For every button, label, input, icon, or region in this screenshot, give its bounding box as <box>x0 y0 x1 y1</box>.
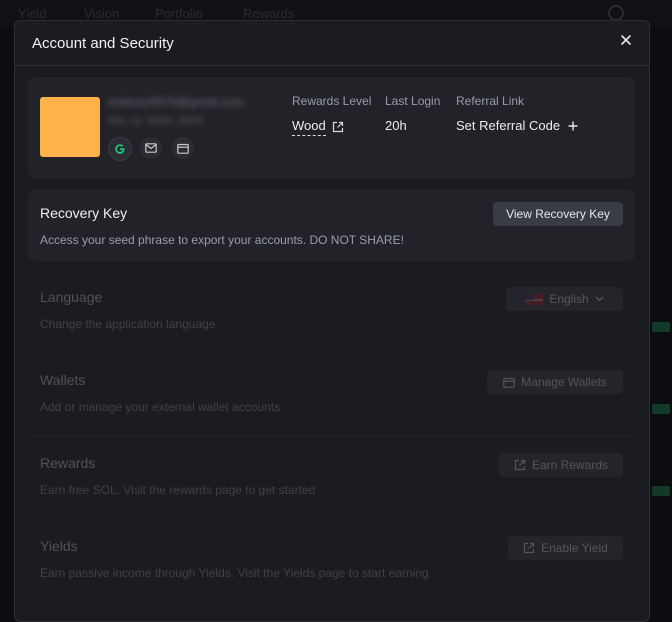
background-right-panel <box>648 26 672 603</box>
enable-yield-label: Enable Yield <box>541 541 608 555</box>
divider <box>28 518 635 519</box>
rewards-section: Rewards Earn free SOL. Visit the rewards… <box>28 447 635 517</box>
background-status-chip <box>652 486 670 496</box>
external-link-icon <box>332 121 343 133</box>
manage-wallets-label: Manage Wallets <box>521 375 607 389</box>
last-login-value: 20h <box>385 118 407 133</box>
recovery-key-description: Access your seed phrase to export your a… <box>40 233 404 247</box>
profile-card: mabvey5978@gmail.com Dec 11 '2024, 2024 … <box>28 77 635 178</box>
language-select[interactable]: English <box>506 287 623 311</box>
language-section: Language Change the application language… <box>28 281 635 351</box>
wallets-title: Wallets <box>40 372 86 388</box>
referral-link-value[interactable]: Set Referral Code <box>456 118 560 133</box>
plus-icon <box>568 121 578 130</box>
yields-description: Earn passive income through Yields. Visi… <box>40 566 429 580</box>
language-title: Language <box>40 289 103 305</box>
nav-item-rewards[interactable]: Rewards <box>243 6 294 21</box>
last-login-label: Last Login <box>385 94 441 108</box>
modal-title: Account and Security <box>32 35 174 52</box>
us-flag-icon <box>525 293 544 305</box>
recovery-key-card: Recovery Key Access your seed phrase to … <box>28 190 635 261</box>
nav-item-vision[interactable]: Vision <box>84 6 119 21</box>
set-referral-code-button[interactable]: Set Referral Code <box>456 118 578 133</box>
rewards-description: Earn free SOL. Visit the rewards page to… <box>40 483 316 497</box>
divider <box>28 352 635 353</box>
referral-link-label: Referral Link <box>456 94 525 108</box>
external-link-icon <box>524 542 535 554</box>
account-email: mabvey5978@gmail.com <box>108 95 244 109</box>
background-left-panel <box>0 26 14 603</box>
earn-rewards-button[interactable]: Earn Rewards <box>499 453 623 477</box>
earn-rewards-label: Earn Rewards <box>531 458 609 472</box>
divider <box>28 435 635 436</box>
nav-item-portfolio[interactable]: Portfolio <box>155 6 203 21</box>
manage-wallets-button[interactable]: Manage Wallets <box>487 370 623 394</box>
enable-yield-button[interactable]: Enable Yield <box>508 536 623 560</box>
view-recovery-key-button[interactable]: View Recovery Key <box>493 202 623 226</box>
recovery-key-title: Recovery Key <box>40 205 128 221</box>
wallet-icon[interactable] <box>172 137 194 159</box>
yields-section: Yields Earn passive income through Yield… <box>28 530 635 600</box>
wallets-description: Add or manage your external wallet accou… <box>40 400 281 414</box>
rewards-level-link[interactable]: Wood <box>292 118 344 136</box>
nav-item-yield[interactable]: Yield <box>18 6 46 21</box>
background-status-chip <box>652 322 670 332</box>
wallet-icon <box>503 377 516 388</box>
rewards-level-label: Rewards Level <box>292 94 372 108</box>
search-icon[interactable] <box>608 5 624 21</box>
rewards-title: Rewards <box>40 455 96 471</box>
language-description: Change the application language <box>40 317 216 331</box>
external-link-icon <box>514 459 526 471</box>
mail-icon[interactable] <box>140 137 162 159</box>
avatar[interactable] <box>40 97 100 157</box>
language-select-value: English <box>549 292 589 306</box>
yields-title: Yields <box>40 538 78 554</box>
google-icon[interactable] <box>108 137 132 161</box>
chevron-down-icon <box>595 296 604 302</box>
wallets-section: Wallets Add or manage your external wall… <box>28 364 635 434</box>
background-status-chip <box>652 404 670 414</box>
rewards-level-value[interactable]: Wood <box>292 118 326 136</box>
modal-header: Account and Security <box>15 21 649 66</box>
close-icon[interactable] <box>617 33 635 51</box>
account-security-modal: Account and Security mabvey5978@gmail.co… <box>14 20 650 622</box>
account-joined-date: Dec 11 '2024, 2024 <box>108 115 203 127</box>
